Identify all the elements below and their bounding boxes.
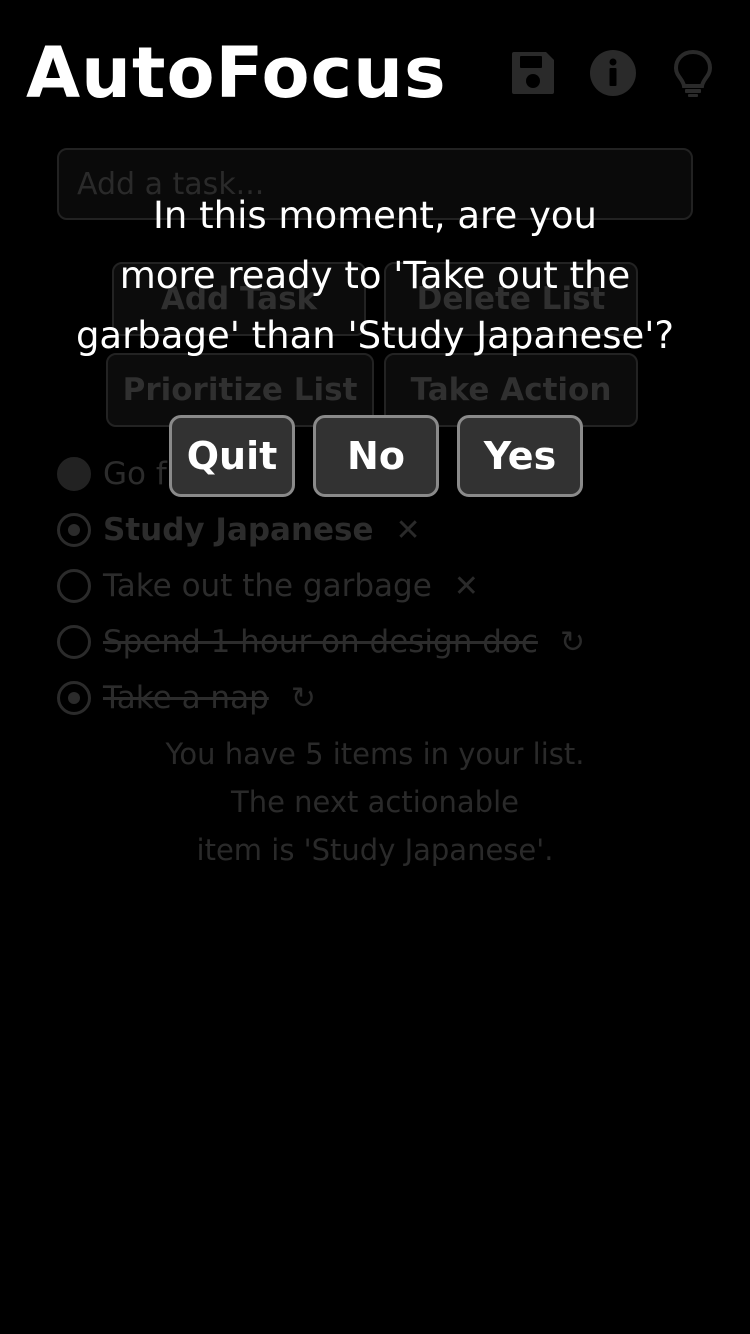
delete-task-icon[interactable]: ✕ bbox=[454, 569, 479, 604]
question-line: In this moment, are you bbox=[153, 194, 597, 237]
task-status-radio[interactable] bbox=[57, 569, 91, 603]
delete-task-icon[interactable]: ✕ bbox=[396, 513, 421, 548]
task-label: Spend 1 hour on design doc bbox=[103, 624, 538, 660]
redo-task-icon[interactable]: ↻ bbox=[291, 681, 316, 716]
task-label: Go f bbox=[103, 456, 167, 492]
prioritize-question: In this moment, are you more ready to 'T… bbox=[40, 186, 710, 366]
question-line: more ready to 'Take out the bbox=[119, 254, 631, 297]
task-status-radio[interactable] bbox=[57, 513, 91, 547]
list-summary-line: item is 'Study Japanese'. bbox=[196, 833, 554, 867]
task-item[interactable]: Spend 1 hour on design doc ↻ bbox=[57, 620, 585, 664]
task-item[interactable]: Take a nap ↻ bbox=[57, 676, 316, 720]
task-item[interactable]: Take out the garbage ✕ bbox=[57, 564, 479, 608]
task-status-radio[interactable] bbox=[57, 457, 91, 491]
task-label: Study Japanese bbox=[103, 512, 374, 548]
task-status-radio[interactable] bbox=[57, 625, 91, 659]
task-item[interactable]: Go f bbox=[57, 452, 167, 496]
list-summary-line: You have 5 items in your list. bbox=[165, 737, 585, 771]
task-label: Take a nap bbox=[103, 680, 269, 716]
list-summary-line: The next actionable bbox=[231, 785, 519, 819]
quit-button[interactable]: Quit bbox=[169, 415, 295, 497]
task-item[interactable]: Study Japanese ✕ bbox=[57, 508, 421, 552]
redo-task-icon[interactable]: ↻ bbox=[560, 625, 585, 660]
task-status-radio[interactable] bbox=[57, 681, 91, 715]
no-button[interactable]: No bbox=[313, 415, 439, 497]
task-label: Take out the garbage bbox=[103, 568, 432, 604]
yes-button[interactable]: Yes bbox=[457, 415, 583, 497]
question-line: garbage' than 'Study Japanese'? bbox=[75, 314, 675, 357]
